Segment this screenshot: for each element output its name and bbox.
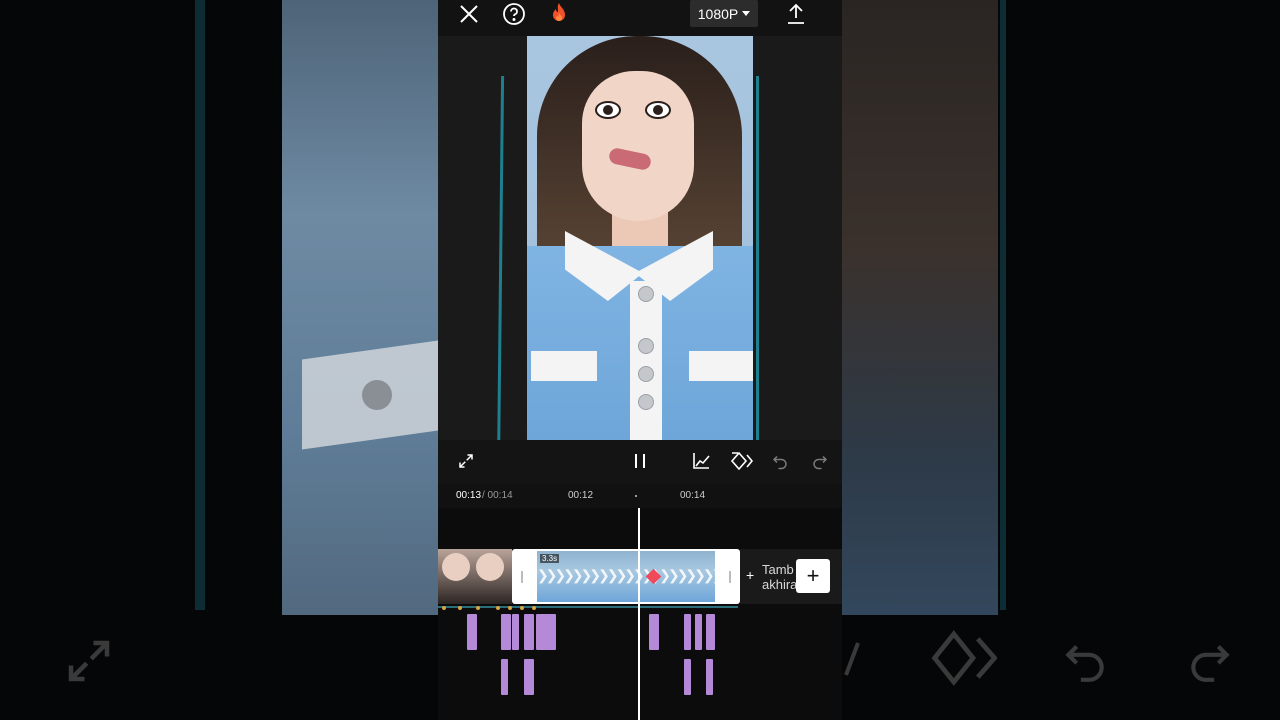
- preview-frame: [527, 36, 753, 440]
- backdrop-keyframe-icon: [931, 630, 997, 686]
- pause-icon: [635, 454, 645, 468]
- audio-segment[interactable]: [524, 659, 534, 695]
- trim-handle-left[interactable]: [521, 571, 523, 583]
- audio-segment[interactable]: [684, 614, 691, 650]
- add-ending-plus: +: [746, 567, 755, 583]
- backdrop-guide-left: [195, 0, 205, 610]
- beat-dot: [496, 606, 500, 610]
- total-time: / 00:14: [482, 490, 513, 501]
- backdrop-photo-right: [842, 0, 998, 615]
- timeline[interactable]: ❯❯❯❯❯❯❯❯❯❯❯❯❯❯❯❯❯❯❯❯❯❯❯❯❯❯❯ 3.3s + Tamb …: [438, 508, 842, 720]
- keyframe-button[interactable]: [727, 446, 757, 476]
- canvas-guide-left: [496, 76, 505, 476]
- frame-shirt-button: [638, 338, 654, 354]
- beat-dot: [508, 606, 512, 610]
- selected-clip-thumbnails: ❯❯❯❯❯❯❯❯❯❯❯❯❯❯❯❯❯❯❯❯❯❯❯❯❯❯❯ 3.3s: [537, 551, 715, 602]
- undo-icon: [772, 455, 787, 470]
- frame-placket: [630, 281, 662, 440]
- clip-thumbnail-face: [476, 553, 504, 581]
- clip-duration-badge: 3.3s: [540, 554, 560, 563]
- resolution-label: 1080P: [697, 5, 739, 22]
- ruler-tick-label: 00:12: [568, 490, 594, 501]
- audio-segment[interactable]: [501, 614, 511, 650]
- frame-eye-left: [595, 101, 621, 119]
- undo-button[interactable]: [765, 446, 795, 476]
- frame-shirt-button: [638, 394, 654, 410]
- audio-segment[interactable]: [501, 659, 508, 695]
- audio-segment[interactable]: [649, 614, 659, 650]
- video-preview[interactable]: [438, 36, 842, 476]
- audio-segment[interactable]: [467, 614, 477, 650]
- fullscreen-icon: [459, 454, 473, 468]
- backdrop-button: [362, 380, 392, 410]
- keyframe-icon: [730, 452, 754, 470]
- resolution-dropdown[interactable]: 1080P: [690, 0, 758, 27]
- redo-icon: [813, 455, 828, 470]
- backdrop-redo-icon: [1191, 645, 1230, 682]
- graph-icon: [693, 453, 710, 469]
- backdrop-undo-icon: [1065, 645, 1104, 682]
- frame-shirt-button: [638, 286, 654, 302]
- time-ruler: 00:13 / 00:14 00:12 00:14: [438, 484, 842, 508]
- add-clip-button[interactable]: +: [796, 559, 830, 593]
- export-button[interactable]: [784, 0, 808, 28]
- help-button[interactable]: [500, 0, 528, 28]
- backdrop-graph-icon: [844, 642, 860, 676]
- beat-dot: [520, 606, 524, 610]
- clip-thumbnail-face: [442, 553, 470, 581]
- canvas-guide-right: [756, 76, 759, 476]
- backdrop-photo-left: [282, 0, 438, 615]
- fullscreen-button[interactable]: [451, 446, 481, 476]
- export-upload-icon: [788, 3, 804, 24]
- close-button[interactable]: [456, 0, 482, 28]
- frame-pocket-right: [689, 351, 753, 381]
- pause-button[interactable]: [625, 446, 655, 476]
- beat-dot: [476, 606, 480, 610]
- audio-segment[interactable]: [524, 614, 534, 650]
- top-toolbar: 1080P: [438, 0, 842, 36]
- close-icon: [460, 5, 478, 23]
- frame-eye-right: [645, 101, 671, 119]
- help-icon: [503, 3, 525, 25]
- chevron-down-icon: [742, 10, 751, 16]
- pro-button[interactable]: [546, 0, 572, 28]
- current-time: 00:13: [456, 490, 482, 501]
- video-editor-app: 1080P 00:13 / 00:14 00:12 00:14 ❯❯❯❯❯❯❯❯…: [438, 0, 842, 720]
- beat-dot: [458, 606, 462, 610]
- beat-dot: [442, 606, 446, 610]
- speed-chevrons: ❯❯❯❯❯❯❯❯❯❯❯❯❯❯❯❯❯❯❯❯❯❯❯❯❯❯❯: [537, 567, 715, 583]
- playback-controls: [438, 440, 842, 484]
- flame-icon: [553, 3, 565, 21]
- trim-handle-right[interactable]: [729, 571, 731, 583]
- beat-dot: [532, 606, 536, 610]
- audio-segment[interactable]: [536, 614, 556, 650]
- frame-face: [582, 71, 694, 221]
- main-track-line: [438, 606, 738, 608]
- redo-button[interactable]: [805, 446, 835, 476]
- backdrop-fullscreen-icon: [68, 640, 110, 682]
- frame-shirt-button: [638, 366, 654, 382]
- audio-segment[interactable]: [695, 614, 702, 650]
- selected-video-clip[interactable]: ❯❯❯❯❯❯❯❯❯❯❯❯❯❯❯❯❯❯❯❯❯❯❯❯❯❯❯ 3.3s: [512, 549, 740, 604]
- graph-button[interactable]: [686, 446, 716, 476]
- audio-segment[interactable]: [706, 659, 713, 695]
- audio-segment[interactable]: [706, 614, 715, 650]
- ruler-tick-label: 00:14: [680, 490, 706, 501]
- audio-segment[interactable]: [512, 614, 519, 650]
- frame-pocket-left: [531, 351, 597, 381]
- backdrop-guide-right: [1000, 0, 1006, 610]
- audio-segment[interactable]: [684, 659, 691, 695]
- ruler-dot: [635, 495, 637, 497]
- playhead[interactable]: [638, 508, 640, 720]
- video-clip[interactable]: [438, 549, 512, 604]
- add-ending-label: Tamb akhira: [762, 562, 798, 592]
